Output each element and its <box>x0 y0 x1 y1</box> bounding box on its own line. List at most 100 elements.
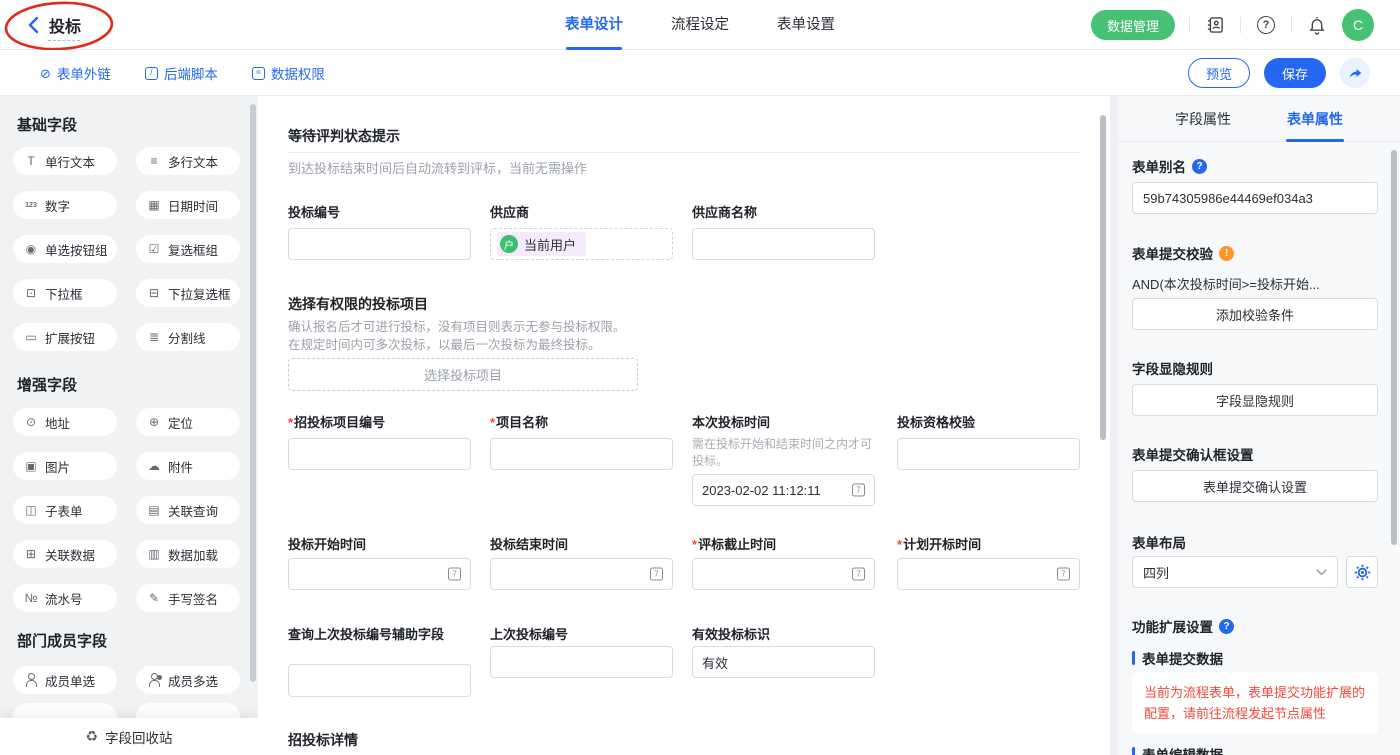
panel-scrollbar[interactable] <box>1391 150 1397 545</box>
last-bid-no-label: 上次投标编号 <box>490 626 568 644</box>
field-type-select[interactable]: ⊡下拉框 <box>13 279 117 307</box>
share-button[interactable] <box>1340 58 1370 88</box>
field-type-multi-select[interactable]: ⊟下拉复选框 <box>136 279 240 307</box>
field-type-divider[interactable]: ≣分割线 <box>136 323 240 351</box>
field-type-number[interactable]: 123数字 <box>13 191 117 219</box>
start-time-label: 投标开始时间 <box>288 536 366 554</box>
supplier-input[interactable]: 户 当前用户 <box>490 228 673 260</box>
field-type-geolocation[interactable]: ⊕ 定位 <box>136 408 240 436</box>
crosshair-icon: ⊕ <box>146 415 162 429</box>
current-user-tag[interactable]: 户 当前用户 <box>497 232 586 256</box>
submit-confirm-label: 表单提交确认框设置 <box>1132 444 1254 464</box>
help-badge-icon[interactable]: ? <box>1219 619 1234 634</box>
field-type-extend-button[interactable]: ▭扩展按钮 <box>13 323 117 351</box>
help-icon[interactable]: ? <box>1255 14 1277 36</box>
link-label: 表单外链 <box>57 63 111 83</box>
tab-form-design[interactable]: 表单设计 <box>565 0 623 50</box>
notification-bell-icon[interactable] <box>1306 14 1328 36</box>
layout-select[interactable]: 四列 <box>1132 556 1338 588</box>
form-alias-input[interactable] <box>1132 182 1378 214</box>
start-time-input[interactable]: 7 <box>288 558 471 590</box>
pen-icon: ✎ <box>146 591 162 605</box>
field-type-datetime[interactable]: ▦日期时间 <box>136 191 240 219</box>
field-type-label: 附件 <box>168 457 193 476</box>
section-title-basic-fields: 基础字段 <box>17 114 77 135</box>
field-type-member-single[interactable]: 成员单选 <box>13 666 117 694</box>
submit-confirm-button[interactable]: 表单提交确认设置 <box>1132 470 1378 502</box>
open-time-input[interactable]: 7 <box>897 558 1080 590</box>
field-type-serial-number[interactable]: №流水号 <box>13 584 117 612</box>
visibility-rules-button[interactable]: 字段显隐规则 <box>1132 384 1378 416</box>
save-button[interactable]: 保存 <box>1264 58 1326 88</box>
project-name-input[interactable] <box>490 438 673 470</box>
end-time-input[interactable]: 7 <box>490 558 673 590</box>
field-type-subform[interactable]: ◫子表单 <box>13 496 117 524</box>
calendar-icon: 7 <box>650 568 663 581</box>
field-type-label: 手写签名 <box>168 589 218 608</box>
qualification-label: 投标资格校验 <box>897 414 975 432</box>
review-deadline-input[interactable]: 7 <box>692 558 875 590</box>
contacts-book-icon[interactable] <box>1204 14 1226 36</box>
field-type-lookup-query[interactable]: ▤关联查询 <box>136 496 240 524</box>
preview-button[interactable]: 预览 <box>1188 58 1250 88</box>
external-link-button[interactable]: ⊘ 表单外链 <box>40 63 111 83</box>
field-type-linked-data[interactable]: ⊞关联数据 <box>13 540 117 568</box>
divider <box>1189 17 1190 33</box>
help-badge-icon[interactable]: ? <box>1192 159 1207 174</box>
status-section-title: 等待评判状态提示 <box>288 126 400 146</box>
section-bar <box>1132 747 1135 755</box>
serial-number-icon: № <box>23 591 39 605</box>
form-designer-app: 投标 表单设计 流程设定 表单设置 数据管理 <box>0 0 1400 755</box>
supplier-name-input[interactable] <box>692 228 875 260</box>
field-type-checkbox-group[interactable]: ☑ 复选框组 <box>136 235 240 263</box>
persons-icon <box>146 673 162 687</box>
checkbox-icon: ☑ <box>146 242 162 256</box>
field-recycle-bin[interactable]: ♻ 字段回收站 <box>0 718 258 755</box>
content-area: 基础字段 T单行文本 ≡多行文本 123数字 ▦日期时间 ◉单选按钮组 ☑ 复选框… <box>0 96 1400 755</box>
add-condition-button[interactable]: 添加校验条件 <box>1132 298 1378 330</box>
person-icon <box>23 673 39 687</box>
field-type-label: 复选框组 <box>168 240 218 259</box>
canvas-scrollbar[interactable] <box>1100 115 1106 440</box>
tab-form-setting[interactable]: 表单设置 <box>777 0 835 50</box>
recycle-bin-label: 字段回收站 <box>105 727 173 747</box>
select-bid-project-button[interactable]: 选择投标项目 <box>288 358 638 391</box>
data-permission-button[interactable]: ılı 数据权限 <box>252 63 325 83</box>
supplier-label: 供应商 <box>490 204 529 222</box>
field-type-single-line-text[interactable]: T单行文本 <box>13 147 117 175</box>
linked-data-icon: ⊞ <box>23 547 39 561</box>
valid-flag-input[interactable]: 有效 <box>692 646 875 678</box>
user-tag-avatar-icon: 户 <box>500 235 518 253</box>
backend-script-button[interactable]: / 后端脚本 <box>145 63 218 83</box>
user-avatar[interactable]: C <box>1342 9 1374 41</box>
field-type-radio-group[interactable]: ◉单选按钮组 <box>13 235 117 263</box>
project-no-input[interactable] <box>288 438 471 470</box>
field-type-label: 定位 <box>168 413 193 432</box>
field-type-signature[interactable]: ✎ 手写签名 <box>136 584 240 612</box>
field-type-address[interactable]: ⊙地址 <box>13 408 117 436</box>
field-type-attachment[interactable]: ☁附件 <box>136 452 240 480</box>
field-type-member-multi[interactable]: 成员多选 <box>136 666 240 694</box>
radio-icon: ◉ <box>23 242 39 256</box>
tab-field-properties[interactable]: 字段属性 <box>1175 96 1231 142</box>
qualification-input[interactable] <box>897 438 1080 470</box>
flow-form-warning: 当前为流程表单，表单提交功能扩展的配置，请前往流程发起节点属性 <box>1132 672 1378 734</box>
warning-badge-icon[interactable]: ! <box>1219 246 1234 261</box>
tab-flow-setting[interactable]: 流程设定 <box>671 0 729 50</box>
field-type-multi-line-text[interactable]: ≡多行文本 <box>136 147 240 175</box>
bid-time-input[interactable]: 2023-02-02 11:12:11 7 <box>692 474 875 506</box>
layout-settings-button[interactable] <box>1346 556 1378 588</box>
bid-no-input[interactable] <box>288 228 471 260</box>
last-bid-helper-input[interactable] <box>288 664 471 697</box>
sidebar-scrollbar[interactable] <box>250 104 256 682</box>
field-type-label: 下拉复选框 <box>168 284 231 303</box>
tab-form-properties[interactable]: 表单属性 <box>1287 96 1343 142</box>
field-type-data-load[interactable]: ▥数据加载 <box>136 540 240 568</box>
calendar-icon: 7 <box>852 484 865 497</box>
section-bar <box>1132 651 1135 665</box>
tab-label: 流程设定 <box>671 17 729 33</box>
last-bid-no-input[interactable] <box>490 646 673 678</box>
data-manage-button[interactable]: 数据管理 <box>1091 10 1175 40</box>
field-type-image[interactable]: ▣图片 <box>13 452 117 480</box>
valid-flag-label: 有效投标标识 <box>692 626 770 644</box>
